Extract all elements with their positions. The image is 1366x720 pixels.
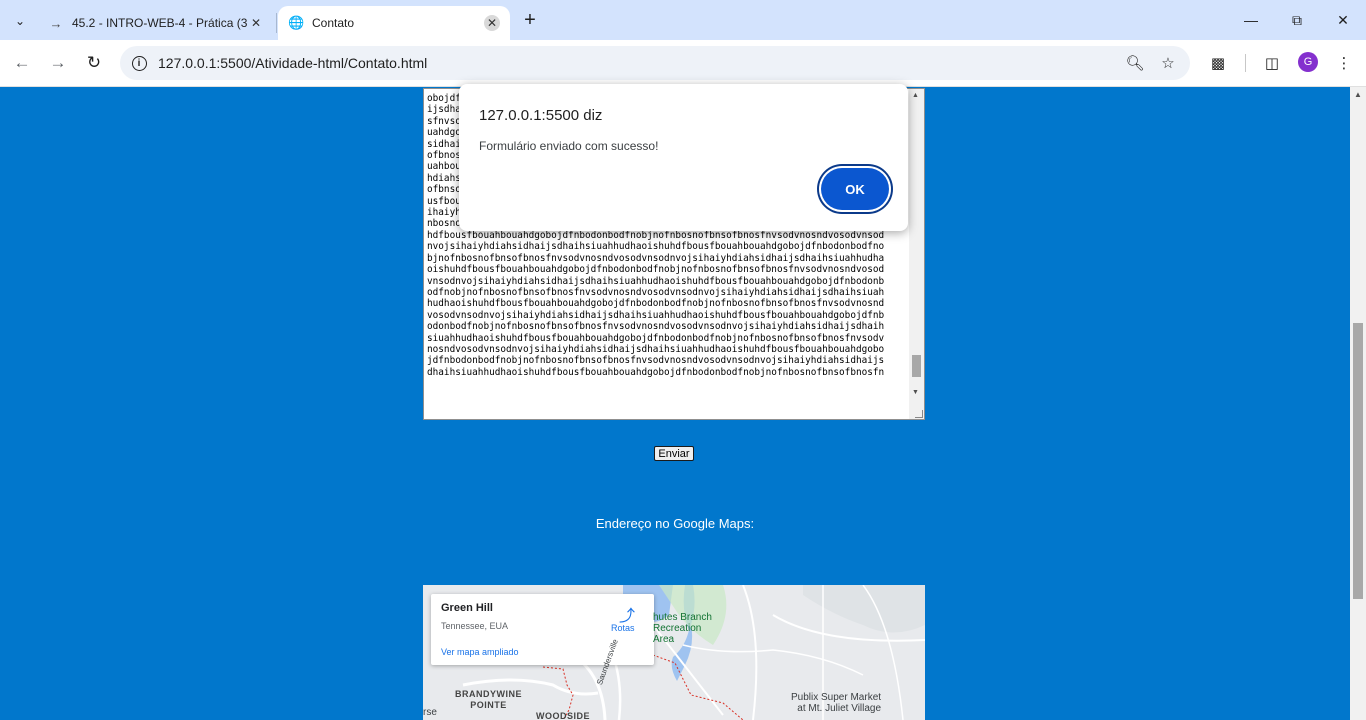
globe-icon: 🌐 (288, 15, 305, 30)
directions-link[interactable]: Rotas (611, 623, 635, 633)
restore-button[interactable]: ⧉ (1274, 0, 1320, 40)
submit-button[interactable]: Enviar (654, 446, 694, 461)
map-label-edge: rse (423, 707, 437, 718)
map-label-publix: Publix Super Market at Mt. Juliet Villag… (791, 692, 882, 714)
map-label-brandywine: BRANDYWINE POINTE (455, 689, 522, 710)
tab-search-button[interactable]: ⌄ (6, 7, 34, 35)
tab-contato[interactable]: 🌐 Contato ✕ (278, 6, 510, 40)
place-info-card: Green Hill Tennessee, EUA Ver mapa ampli… (431, 594, 654, 665)
page-scroll-thumb[interactable] (1353, 323, 1363, 599)
tab-title: Contato (312, 16, 355, 30)
close-icon[interactable]: ✕ (484, 15, 500, 31)
arrow-right-icon: → (49, 15, 63, 31)
textarea-scroll-thumb[interactable] (912, 355, 921, 377)
url-text[interactable]: 127.0.0.1:5500/Atividade-html/Contato.ht… (158, 55, 427, 71)
map-label-park: hutes Branch Recreation Area (653, 612, 712, 645)
scroll-up-arrow-icon[interactable]: ▲ (1354, 90, 1362, 99)
browser-toolbar: ← → ↻ i 127.0.0.1:5500/Atividade-html/Co… (0, 40, 1366, 87)
resize-handle-icon[interactable] (915, 410, 923, 418)
place-address: Tennessee, EUA (441, 621, 509, 631)
menu-kebab-icon[interactable]: ⋮ (1332, 51, 1356, 75)
window-close-button[interactable]: ✕ (1320, 0, 1366, 40)
scroll-down-arrow-icon[interactable]: ▼ (912, 389, 919, 396)
scroll-up-arrow-icon[interactable]: ▲ (912, 92, 919, 99)
enlarged-map-link[interactable]: Ver mapa ampliado (441, 647, 519, 657)
tab-separator (276, 13, 277, 33)
zoom-icon[interactable]: 🔍︎ (1123, 51, 1147, 75)
toolbar-separator (1245, 54, 1246, 72)
textarea-scrollbar[interactable]: ▲ ▼ (909, 89, 924, 419)
address-bar[interactable]: i 127.0.0.1:5500/Atividade-html/Contato.… (120, 46, 1190, 80)
side-panel-icon[interactable]: ◫ (1260, 51, 1284, 75)
new-tab-button[interactable]: + (518, 9, 542, 33)
tab-strip: ⌄ → 45.2 - INTRO-WEB-4 - Prática (3 ✕ 🌐 … (0, 0, 1366, 40)
forward-button[interactable]: → (44, 49, 72, 77)
reload-button[interactable]: ↻ (80, 49, 108, 77)
directions-icon[interactable]: ⤴ (618, 602, 636, 625)
tab-intro-web[interactable]: → 45.2 - INTRO-WEB-4 - Prática (3 ✕ (38, 6, 274, 40)
minimize-button[interactable]: — (1228, 0, 1274, 40)
maps-heading: Endereço no Google Maps: (595, 516, 755, 531)
dialog-title: 127.0.0.1:5500 diz (479, 107, 603, 124)
page-scrollbar[interactable]: ▲ (1350, 87, 1366, 720)
avatar[interactable]: G (1298, 52, 1318, 72)
back-button[interactable]: ← (8, 49, 36, 77)
bookmark-star-icon[interactable]: ☆ (1156, 51, 1180, 75)
map-label-woodside: WOODSIDE (536, 711, 591, 720)
chevron-down-icon: ⌄ (14, 14, 26, 28)
tab-title: 45.2 - INTRO-WEB-4 - Prática (3 (72, 16, 248, 30)
extensions-icon[interactable]: ▩ (1206, 51, 1230, 75)
site-info-icon[interactable]: i (128, 52, 150, 74)
dialog-message: Formulário enviado com sucesso! (479, 139, 659, 153)
place-name: Green Hill (441, 602, 493, 614)
ok-button[interactable]: OK (821, 168, 889, 210)
close-icon[interactable]: ✕ (248, 15, 264, 31)
alert-dialog: 127.0.0.1:5500 diz Formulário enviado co… (459, 84, 908, 231)
google-map-embed[interactable]: Green Hill Tennessee, EUA Ver mapa ampli… (423, 585, 925, 720)
